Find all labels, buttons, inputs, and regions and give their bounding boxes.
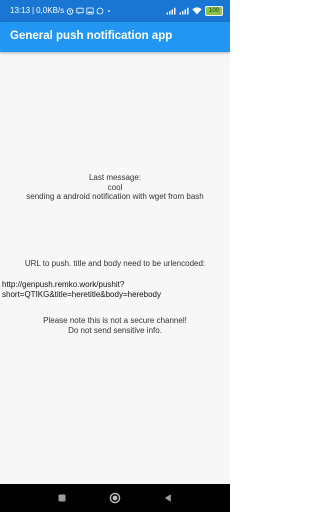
main-content: Last message: cool sending a android not… <box>0 52 230 484</box>
last-message-section: Last message: cool sending a android not… <box>0 173 230 202</box>
navigation-bar <box>0 484 230 512</box>
last-message-body: sending a android notification with wget… <box>26 192 204 201</box>
recents-button[interactable] <box>55 491 69 505</box>
warning-line-2: Do not send sensitive info. <box>68 325 162 335</box>
app-bar: General push notification app <box>0 22 230 52</box>
back-button[interactable] <box>161 491 175 505</box>
wifi-icon <box>192 0 202 22</box>
security-warning: Please note this is not a secure channel… <box>0 316 230 335</box>
status-bar: 13:13 | 0,0KB/s 100 <box>0 0 230 22</box>
photo-icon <box>86 0 94 22</box>
home-icon <box>109 492 121 504</box>
status-net-speed: 0,0KB/s <box>36 6 65 15</box>
message-icon <box>76 0 84 22</box>
app-screen: 13:13 | 0,0KB/s 100 General push notific… <box>0 0 230 512</box>
signal-icon <box>166 0 176 22</box>
push-url-line-2: short=QTIKG&title=heretitle&body=herebod… <box>2 289 161 299</box>
more-notifications-icon <box>106 0 112 22</box>
status-left: 13:13 | 0,0KB/s <box>10 0 112 22</box>
page-title: General push notification app <box>10 30 173 42</box>
push-url[interactable]: http://genpush.remko.work/pushit? short=… <box>2 280 228 299</box>
status-right: 100 <box>166 0 223 22</box>
warning-line-1: Please note this is not a secure channel… <box>43 316 187 325</box>
url-instruction: URL to push. title and body need to be u… <box>24 259 206 268</box>
back-icon <box>164 494 171 502</box>
home-button[interactable] <box>108 491 122 505</box>
battery-icon: 100 <box>205 6 223 16</box>
last-message-label: Last message: <box>88 173 142 182</box>
last-message-title: cool <box>107 182 123 192</box>
push-url-line-1: http://genpush.remko.work/pushit? <box>2 280 125 289</box>
alarm-icon <box>66 0 74 22</box>
whatsapp-icon <box>96 0 104 22</box>
recents-icon <box>58 494 66 502</box>
signal-icon-2 <box>179 0 189 22</box>
status-time: 13:13 <box>10 6 31 15</box>
status-separator: | <box>32 6 35 15</box>
